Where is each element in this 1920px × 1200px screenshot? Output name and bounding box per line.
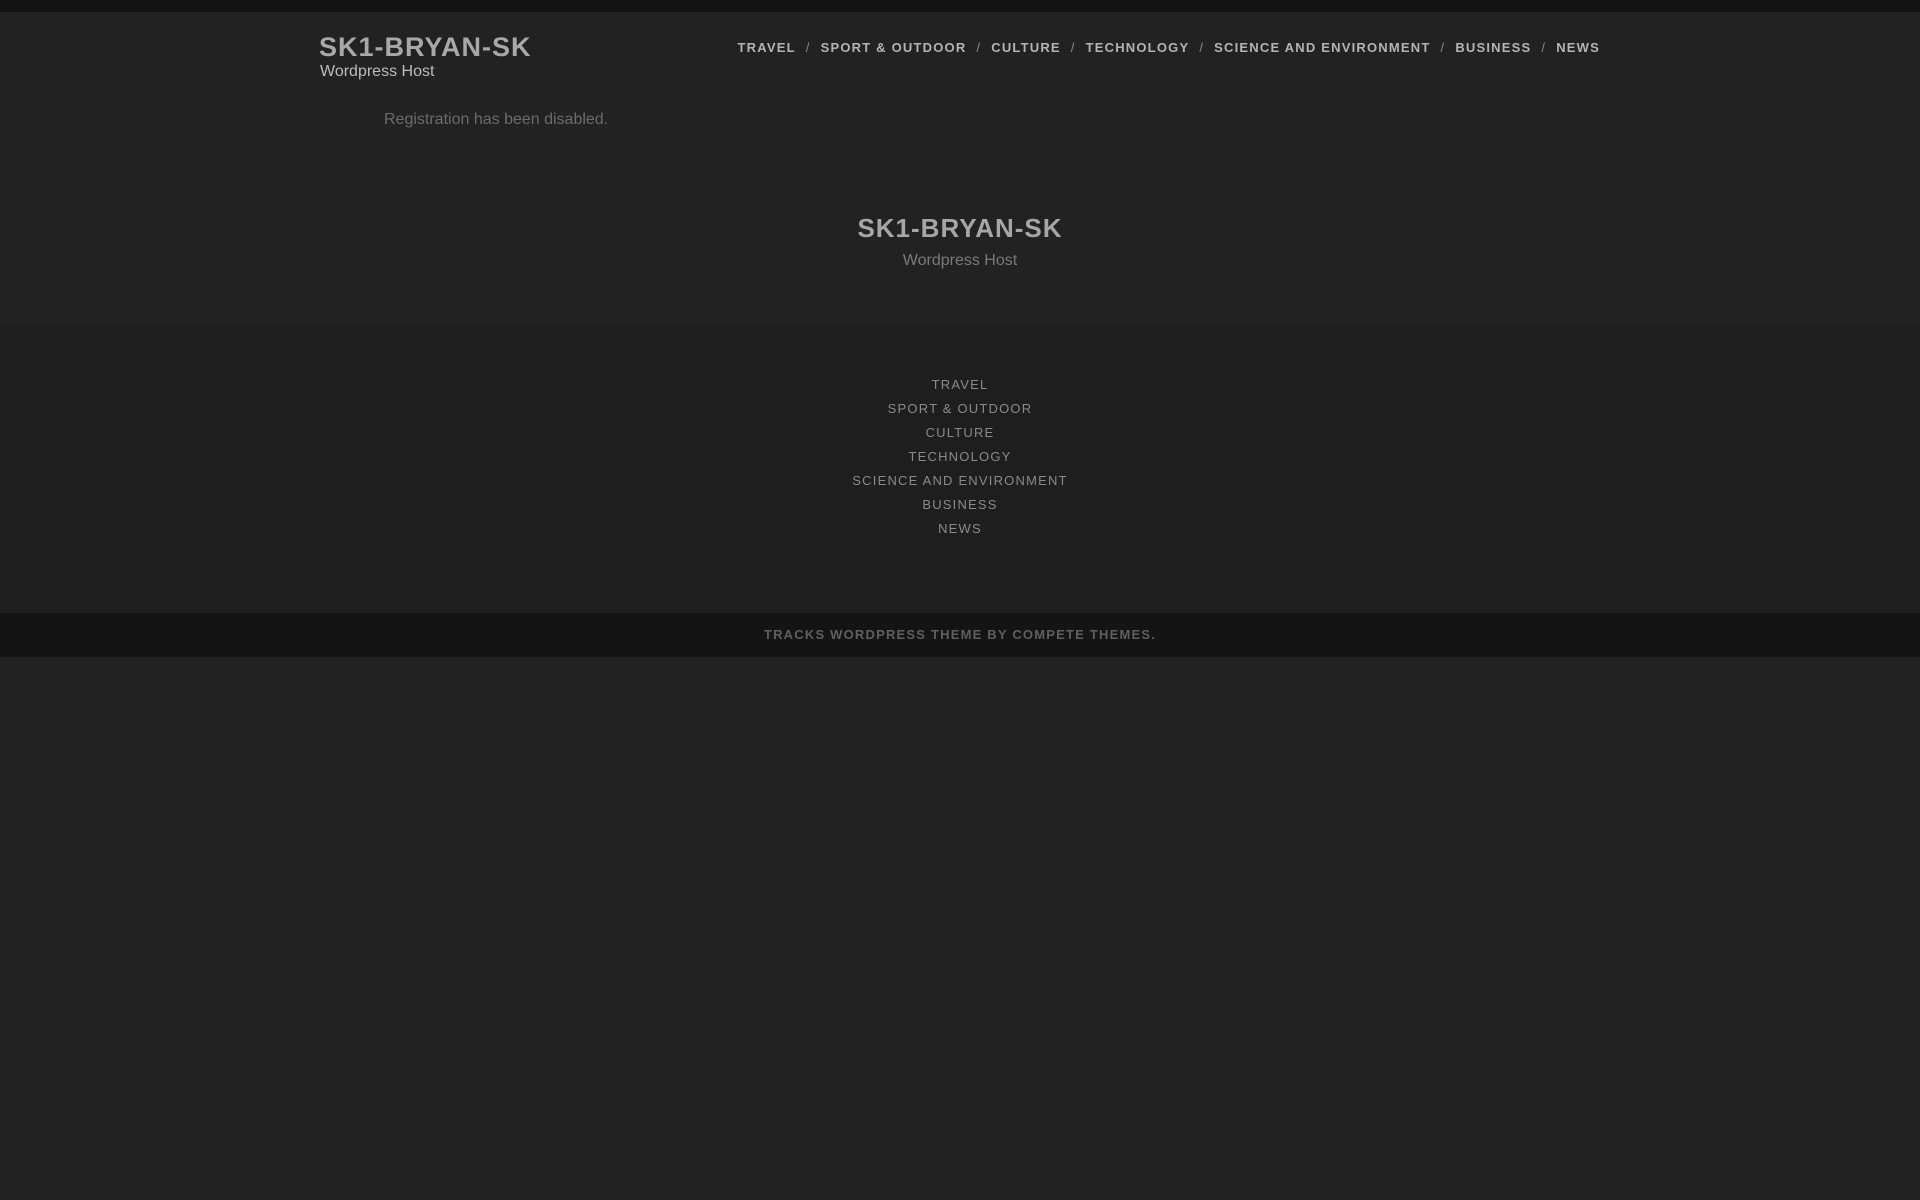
top-bar [0, 0, 1920, 12]
footer-nav-item: SCIENCE AND ENVIRONMENT [0, 469, 1920, 493]
footer-nav-link-technology[interactable]: TECHNOLOGY [908, 449, 1011, 464]
footer-nav-item: TRAVEL [0, 373, 1920, 397]
registration-notice: Registration has been disabled. [384, 111, 609, 128]
footer-nav-item: NEWS [0, 517, 1920, 541]
footer-nav-item: SPORT & OUTDOOR [0, 397, 1920, 421]
site-tagline: Wordpress Host [320, 63, 435, 80]
nav-item-technology[interactable]: TECHNOLOGY [1086, 38, 1190, 58]
footer-nav-item: BUSINESS [0, 493, 1920, 517]
footer-nav-item: TECHNOLOGY [0, 445, 1920, 469]
primary-nav: TRAVEL / SPORT & OUTDOOR / CULTURE / TEC… [738, 38, 1600, 58]
nav-item-business[interactable]: BUSINESS [1455, 38, 1531, 58]
site-info-title: SK1-BRYAN-SK [857, 213, 1063, 243]
nav-item-sport-outdoor[interactable]: SPORT & OUTDOOR [821, 38, 967, 58]
nav-separator: / [1070, 40, 1076, 55]
credit-by-text: BY [987, 627, 1008, 642]
footer-nav: TRAVEL SPORT & OUTDOOR CULTURE TECHNOLOG… [0, 373, 1920, 541]
footer-nav-link-sport-outdoor[interactable]: SPORT & OUTDOOR [888, 401, 1033, 416]
site-info-block: SK1-BRYAN-SK Wordpress Host [0, 210, 1920, 272]
nav-item-travel[interactable]: TRAVEL [738, 38, 796, 58]
nav-separator: / [976, 40, 982, 55]
nav-separator: / [805, 40, 811, 55]
footer-nav-link-business[interactable]: BUSINESS [922, 497, 997, 512]
nav-item-culture[interactable]: CULTURE [991, 38, 1061, 58]
nav-item-science-environment[interactable]: SCIENCE AND ENVIRONMENT [1214, 38, 1430, 58]
credits-bar: TRACKS WORDPRESS THEME BY COMPETE THEMES… [0, 613, 1920, 657]
site-info-tagline: Wordpress Host [902, 252, 1018, 269]
footer-nav-link-travel[interactable]: TRAVEL [932, 377, 989, 392]
footer-nav-item: CULTURE [0, 421, 1920, 445]
nav-separator: / [1541, 40, 1547, 55]
footer-nav-link-science-environment[interactable]: SCIENCE AND ENVIRONMENT [852, 473, 1067, 488]
theme-credit-link[interactable]: TRACKS WORDPRESS THEME [764, 627, 983, 642]
author-credit-link[interactable]: COMPETE THEMES. [1012, 627, 1156, 642]
footer-nav-link-news[interactable]: NEWS [938, 521, 982, 536]
footer-nav-area: TRAVEL SPORT & OUTDOOR CULTURE TECHNOLOG… [0, 325, 1920, 613]
nav-separator: / [1199, 40, 1205, 55]
site-header: SK1-BRYAN-SK Wordpress Host TRAVEL / SPO… [0, 12, 1920, 102]
site-title-link[interactable]: SK1-BRYAN-SK [319, 32, 532, 62]
nav-separator: / [1440, 40, 1446, 55]
footer-nav-link-culture[interactable]: CULTURE [926, 425, 995, 440]
nav-item-news[interactable]: NEWS [1556, 38, 1600, 58]
